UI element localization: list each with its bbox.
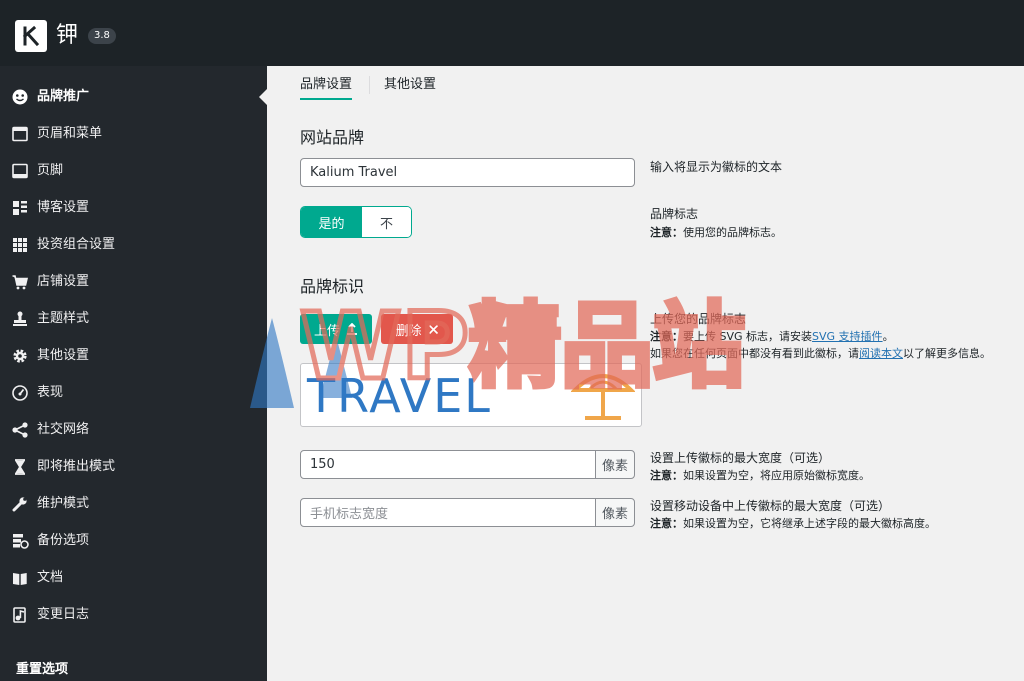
wrench-icon [12,497,27,512]
delete-button[interactable]: 删除 [381,314,453,344]
sidebar-item-footer[interactable]: 页脚 [0,153,267,189]
svg-support-plugin-link[interactable]: SVG 支持插件 [812,330,883,343]
sidebar-item-label: 品牌推广 [37,89,90,104]
mobile-width-note: 注意：如果设置为空，它将继承上述字段的最大徽标高度。 [650,517,936,530]
sidebar-item-coming-soon[interactable]: 即将推出模式 [0,449,267,485]
beach-umbrella-icon [571,374,635,420]
mobile-width-input[interactable]: 手机标志宽度 [300,498,596,527]
grid-icon [13,238,27,252]
top-bar: 钾 3.8 [0,0,1024,66]
sidebar-item-label: 页眉和菜单 [37,126,103,141]
sidebar-item-label: 博客设置 [37,200,90,215]
mobile-width-placeholder: 手机标志宽度 [310,507,389,522]
sidebar-item-label: 文档 [37,570,64,585]
logo-preview: TRAVEL [300,363,642,427]
backup-icon [13,534,29,549]
brand-logo-toggle[interactable]: 是的 不 [300,206,412,238]
max-width-input[interactable]: 150 [300,450,596,479]
sidebar-item-other[interactable]: 其他设置 [0,338,267,374]
changelog-icon [13,607,26,623]
stamp-icon [13,311,27,326]
kalium-logo-icon [15,20,47,52]
sidebar-item-label: 主题样式 [37,311,90,326]
sidebar-item-label: 维护模式 [37,496,90,511]
mobile-width-title: 设置移动设备中上传徽标的最大宽度（可选） [650,499,891,513]
sidebar-item-label: 店铺设置 [37,274,90,289]
book-icon [13,573,27,585]
main-content: 品牌设置 其他设置 网站品牌 Kalium Travel 输入将显示为徽标的文本… [267,66,1024,681]
active-indicator [259,89,267,105]
sidebar-item-label: 表现 [37,385,64,400]
upload-logo-note: 注意：要上传 SVG 标志，请安装SVG 支持插件。 [650,330,894,343]
sidebar-item-label: 其他设置 [37,348,90,363]
brand-text-description: 输入将显示为徽标的文本 [650,160,783,174]
sidebar-item-label: 社交网络 [37,422,90,437]
brand-logo-note: 注意：使用您的品牌标志。 [650,226,782,239]
window-icon [12,126,28,142]
app-name: 钾 [56,23,79,48]
sidebar-item-label: 变更日志 [37,607,90,622]
tab-brand-settings[interactable]: 品牌设置 [300,76,353,100]
logo-preview-text: TRAVEL [307,369,492,423]
max-width-note: 注意：如果设置为空，将应用原始徽标宽度。 [650,469,870,482]
gear-icon [13,349,27,363]
hourglass-icon [15,459,25,475]
brand-logo-title: 品牌标志 [650,207,699,221]
cart-icon [12,275,29,290]
sidebar-item-label: 投资组合设置 [37,237,116,252]
reset-options-heading[interactable]: 重置选项 [16,658,68,677]
read-article-link[interactable]: 阅读本文 [859,347,903,360]
upload-icon [347,323,357,335]
upload-logo-title: 上传您的品牌标志 [650,312,747,326]
upload-button[interactable]: 上传 [300,314,372,344]
max-width-title: 设置上传徽标的最大宽度（可选） [650,451,831,465]
max-width-unit: 像素 [595,450,635,479]
sidebar-item-maintenance[interactable]: 维护模式 [0,486,267,522]
section-title-site-brand: 网站品牌 [300,128,365,147]
sidebar-item-label: 备份选项 [37,533,90,548]
sidebar-item-docs[interactable]: 文档 [0,560,267,596]
section-title-brand-identity: 品牌标识 [300,277,365,296]
dashboard-icon [12,385,28,401]
sidebar-item-changelog[interactable]: 变更日志 [0,597,267,633]
delete-button-label: 删除 [395,323,422,339]
sidebar-item-social[interactable]: 社交网络 [0,412,267,448]
upload-logo-note-2: 如果您在任何页面中都没有看到此徽标，请阅读本文以了解更多信息。 [650,347,991,360]
sidebar-item-branding[interactable]: 品牌推广 [0,79,267,115]
sidebar: 品牌推广 页眉和菜单 页脚 博客设置 投资组合设置 店铺设置 主题样式 其他设置… [0,66,267,681]
sidebar-item-theme-style[interactable]: 主题样式 [0,301,267,337]
sidebar-item-performance[interactable]: 表现 [0,375,267,411]
tab-divider [369,76,370,94]
close-icon [428,324,438,334]
brand-text-input[interactable]: Kalium Travel [300,158,635,187]
sidebar-item-label: 即将推出模式 [37,459,116,474]
share-icon [12,422,28,438]
tab-other-settings[interactable]: 其他设置 [384,76,436,94]
toggle-no-option[interactable]: 不 [361,207,411,237]
sidebar-item-label: 页脚 [37,163,64,178]
smiley-icon [12,89,28,105]
version-badge: 3.8 [88,28,116,44]
mobile-width-unit: 像素 [595,498,635,527]
sidebar-item-header-menu[interactable]: 页眉和菜单 [0,116,267,152]
sidebar-item-backup[interactable]: 备份选项 [0,523,267,559]
sidebar-item-blog[interactable]: 博客设置 [0,190,267,226]
blog-layout-icon [13,201,27,215]
sidebar-item-portfolio[interactable]: 投资组合设置 [0,227,267,263]
footer-icon [12,163,28,179]
sidebar-item-shop[interactable]: 店铺设置 [0,264,267,300]
toggle-yes-option[interactable]: 是的 [301,207,362,237]
upload-button-label: 上传 [313,323,340,339]
